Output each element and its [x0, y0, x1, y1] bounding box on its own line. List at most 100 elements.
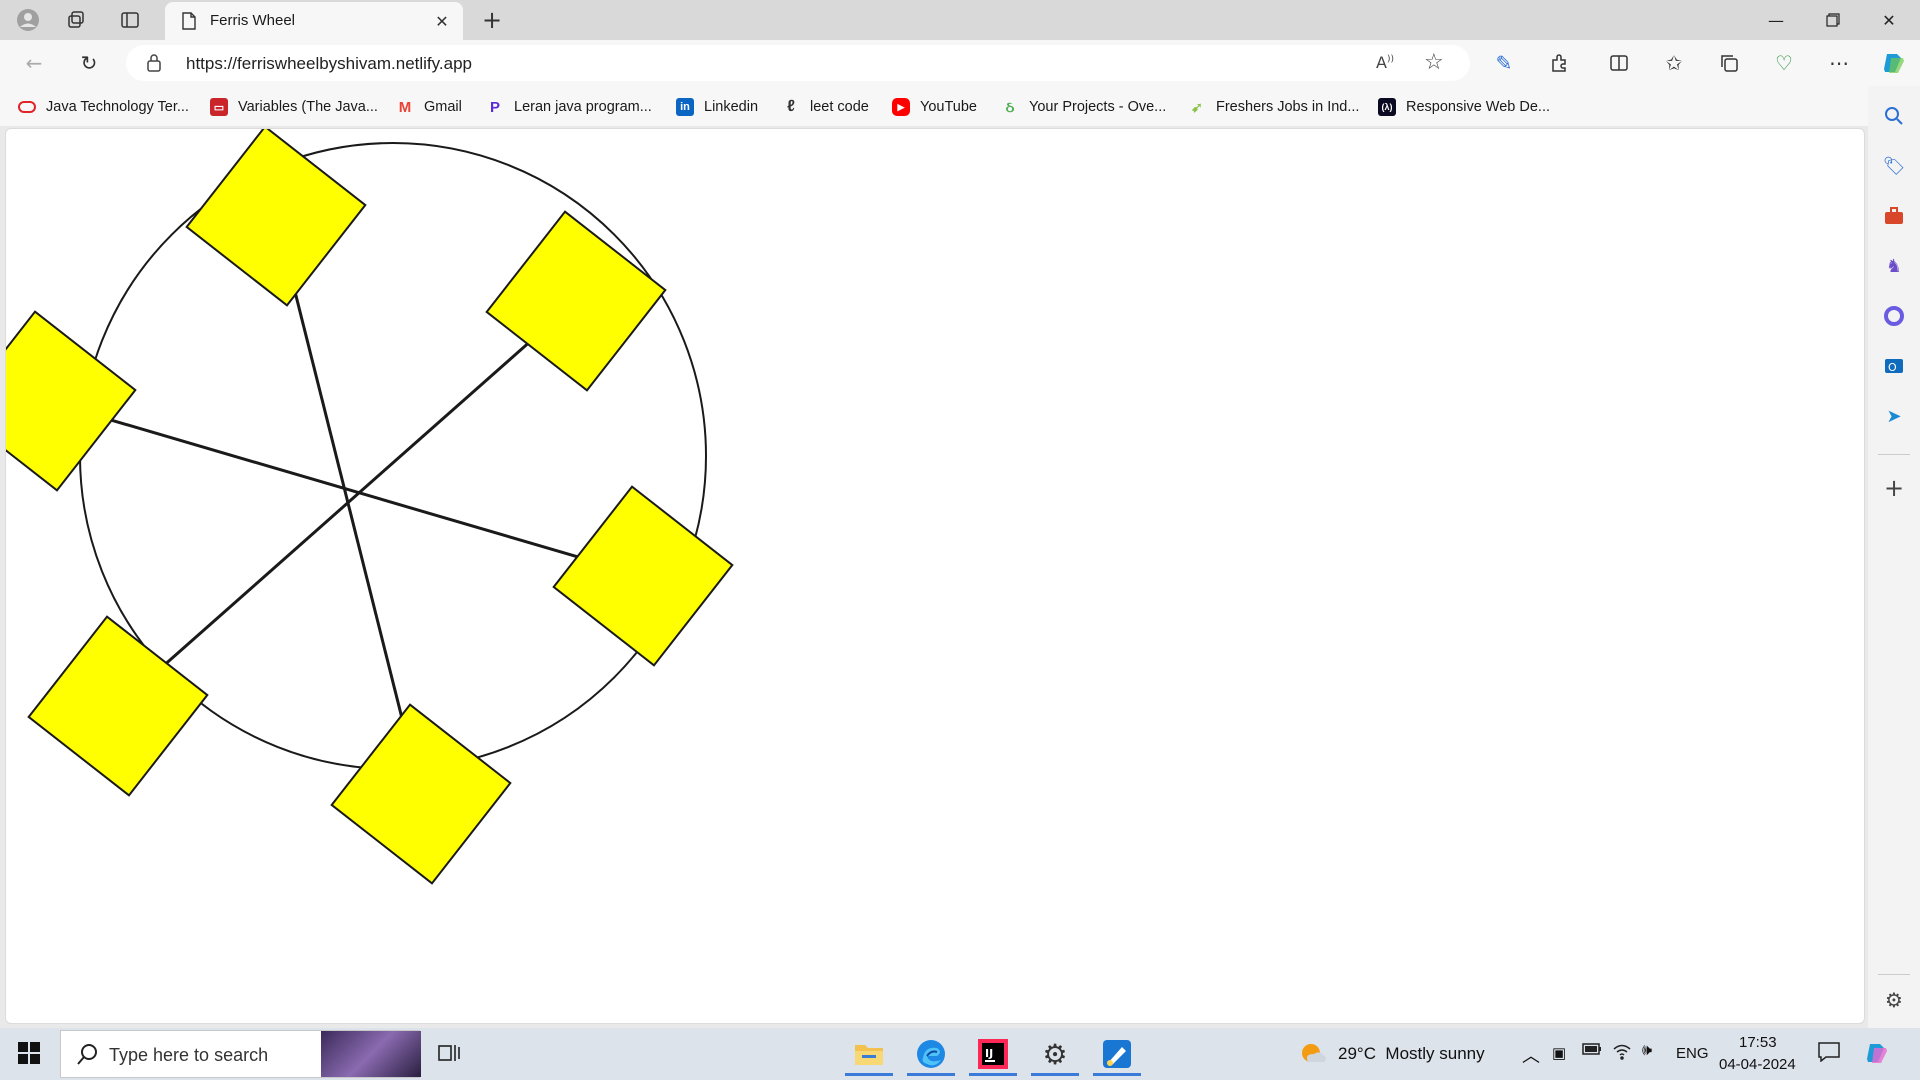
- split-screen-icon[interactable]: [1605, 49, 1633, 77]
- wheel-cabin: [6, 310, 137, 492]
- clock-time[interactable]: 17:53: [1739, 1034, 1777, 1051]
- extensions-icon[interactable]: [1545, 49, 1573, 77]
- intellij-idea-icon[interactable]: IJ: [966, 1032, 1020, 1076]
- weather-icon[interactable]: [1300, 1040, 1328, 1070]
- search-icon: [77, 1043, 99, 1069]
- show-hidden-icons-icon[interactable]: ︿: [1522, 1042, 1540, 1068]
- active-indicator: [1031, 1073, 1079, 1076]
- close-window-icon[interactable]: ✕: [1866, 4, 1912, 36]
- new-tab-icon[interactable]: +: [478, 6, 506, 34]
- copilot-preview-icon[interactable]: [1864, 1040, 1890, 1071]
- gmail-icon: M: [398, 98, 412, 116]
- windows-start-icon[interactable]: [18, 1042, 40, 1068]
- favorites-icon[interactable]: ✩: [1660, 49, 1688, 77]
- bookmark-item[interactable]: ▭ Variables (The Java...: [210, 96, 378, 118]
- address-bar[interactable]: https://ferriswheelbyshivam.netlify.app …: [126, 45, 1470, 81]
- linkedin-icon: in: [676, 98, 694, 116]
- taskbar-search[interactable]: Type here to search: [60, 1030, 421, 1078]
- back-icon[interactable]: ←: [20, 49, 48, 77]
- search-icon[interactable]: [1880, 102, 1908, 130]
- task-view-icon[interactable]: [438, 1042, 460, 1068]
- favorite-star-icon[interactable]: ☆: [1424, 50, 1444, 75]
- bookmark-item[interactable]: M Gmail: [396, 96, 462, 118]
- address-row: ← ↻ https://ferriswheelbyshivam.netlify.…: [0, 40, 1920, 86]
- copilot-pen-icon[interactable]: ✎: [1490, 49, 1518, 77]
- notifications-icon[interactable]: [1818, 1042, 1840, 1067]
- file-explorer-icon[interactable]: [842, 1032, 896, 1076]
- weather-text[interactable]: 29°C Mostly sunny: [1338, 1044, 1485, 1064]
- clock-date[interactable]: 04-04-2024: [1719, 1056, 1796, 1073]
- page-icon: [181, 12, 197, 34]
- active-indicator: [845, 1073, 893, 1076]
- settings-app-icon[interactable]: ⚙: [1028, 1032, 1082, 1076]
- oracle-book-icon: ▭: [210, 98, 228, 116]
- settings-gear-icon[interactable]: ⚙: [1880, 986, 1908, 1014]
- battery-icon[interactable]: [1582, 1042, 1602, 1061]
- browser-essentials-icon[interactable]: ♡: [1770, 49, 1798, 77]
- close-tab-icon[interactable]: ✕: [429, 8, 455, 34]
- shopping-tag-icon[interactable]: 🏷: [1880, 152, 1908, 180]
- bookmark-item[interactable]: ઠ Your Projects - Ove...: [1001, 96, 1167, 118]
- more-menu-icon[interactable]: ⋯: [1825, 49, 1853, 77]
- edge-browser-icon[interactable]: [904, 1032, 958, 1076]
- wheel-spoke: [45, 399, 644, 578]
- wheel-cabin: [330, 703, 512, 885]
- title-bar: Ferris Wheel ✕ + — ✕: [0, 0, 1920, 40]
- profile-icon[interactable]: [14, 6, 42, 34]
- taskbar: Type here to search IJ ⚙ 29°C Mostly sun…: [0, 1028, 1920, 1080]
- microsoft-365-icon[interactable]: [1880, 302, 1908, 330]
- edge-sidebar: 🏷 ♞ O ➤ + ⚙: [1868, 86, 1920, 1028]
- wifi-icon[interactable]: [1612, 1042, 1632, 1065]
- bookmark-item[interactable]: ▶ YouTube: [892, 96, 977, 118]
- sidebar-divider: [1878, 974, 1910, 975]
- wheel-cabin: [552, 485, 734, 667]
- lock-icon[interactable]: [146, 53, 162, 77]
- active-indicator: [969, 1073, 1017, 1076]
- games-icon[interactable]: ♞: [1880, 252, 1908, 280]
- copilot-icon[interactable]: [1880, 49, 1908, 77]
- tab-title: Ferris Wheel: [210, 12, 296, 29]
- ferris-wheel-scene: [6, 129, 734, 885]
- minimize-icon[interactable]: —: [1753, 4, 1799, 36]
- oracle-icon: [18, 98, 36, 116]
- bookmark-item[interactable]: P Leran java program...: [486, 96, 652, 118]
- language-indicator[interactable]: ENG: [1676, 1045, 1709, 1062]
- search-placeholder: Type here to search: [109, 1045, 269, 1065]
- bookmark-item[interactable]: Java Technology Ter...: [18, 96, 189, 118]
- fcc-icon: (λ): [1378, 98, 1396, 116]
- restore-icon[interactable]: [1810, 4, 1856, 36]
- bird-icon: ➹: [1191, 98, 1203, 115]
- sidebar-divider: [1878, 454, 1910, 455]
- tab-actions-icon[interactable]: [116, 6, 144, 34]
- wheel-cabin: [27, 615, 209, 797]
- refresh-icon[interactable]: ↻: [75, 49, 103, 77]
- active-indicator: [1093, 1073, 1141, 1076]
- page-content: [5, 128, 1865, 1024]
- workspaces-icon[interactable]: [62, 6, 90, 34]
- project-icon: ઠ: [1005, 98, 1015, 116]
- bookmark-item[interactable]: ➹ Freshers Jobs in Ind...: [1188, 96, 1359, 118]
- svg-text:O: O: [1888, 361, 1897, 374]
- paint-app-icon[interactable]: [1090, 1032, 1144, 1076]
- send-icon[interactable]: ➤: [1880, 402, 1908, 430]
- bookmark-item[interactable]: in Linkedin: [676, 96, 758, 118]
- wheel-cabin: [485, 210, 667, 392]
- outlook-icon[interactable]: O: [1880, 352, 1908, 380]
- tools-icon[interactable]: [1880, 202, 1908, 230]
- leetcode-icon: ℓ: [787, 98, 795, 115]
- bookmark-item[interactable]: (λ) Responsive Web De...: [1378, 96, 1550, 118]
- read-aloud-icon[interactable]: A)): [1376, 53, 1394, 72]
- active-indicator: [907, 1073, 955, 1076]
- meet-now-icon[interactable]: ▣: [1552, 1044, 1566, 1062]
- collections-icon[interactable]: [1715, 49, 1743, 77]
- url-text[interactable]: https://ferriswheelbyshivam.netlify.app: [186, 54, 472, 74]
- wheel-cabin: [185, 129, 367, 307]
- tab-active[interactable]: Ferris Wheel ✕: [165, 2, 463, 40]
- svg-text:IJ: IJ: [985, 1047, 993, 1060]
- p-logo-icon: P: [489, 98, 500, 116]
- search-highlight-image: [321, 1031, 421, 1077]
- add-icon[interactable]: +: [1880, 474, 1908, 502]
- bookmark-item[interactable]: ℓ leet code: [782, 96, 869, 118]
- youtube-icon: ▶: [892, 98, 910, 116]
- volume-icon[interactable]: 🕪: [1642, 1042, 1652, 1060]
